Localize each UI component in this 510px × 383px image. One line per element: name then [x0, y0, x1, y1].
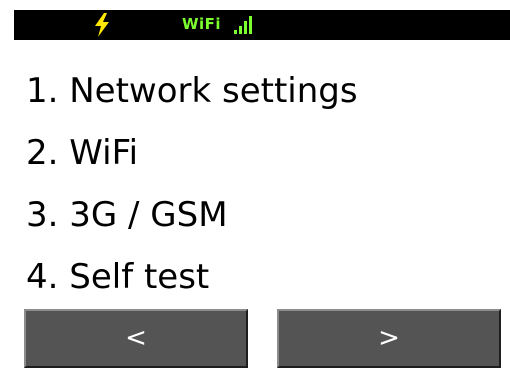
next-button[interactable]: >	[277, 309, 501, 368]
menu-item-self-test[interactable]: 4. Self test	[26, 246, 358, 308]
previous-button[interactable]: <	[24, 309, 248, 368]
wifi-status-label: WiFi	[182, 15, 222, 33]
lightning-bolt-icon	[95, 13, 109, 37]
signal-bars-icon	[234, 16, 252, 34]
menu-item-network-settings[interactable]: 1. Network settings	[26, 60, 358, 122]
status-bar: WiFi	[14, 10, 510, 40]
device-screen: WiFi 1. Network settings 2. WiFi 3. 3G /…	[0, 0, 510, 383]
menu-item-wifi[interactable]: 2. WiFi	[26, 122, 358, 184]
settings-menu: 1. Network settings 2. WiFi 3. 3G / GSM …	[26, 60, 358, 308]
menu-item-3g-gsm[interactable]: 3. 3G / GSM	[26, 184, 358, 246]
